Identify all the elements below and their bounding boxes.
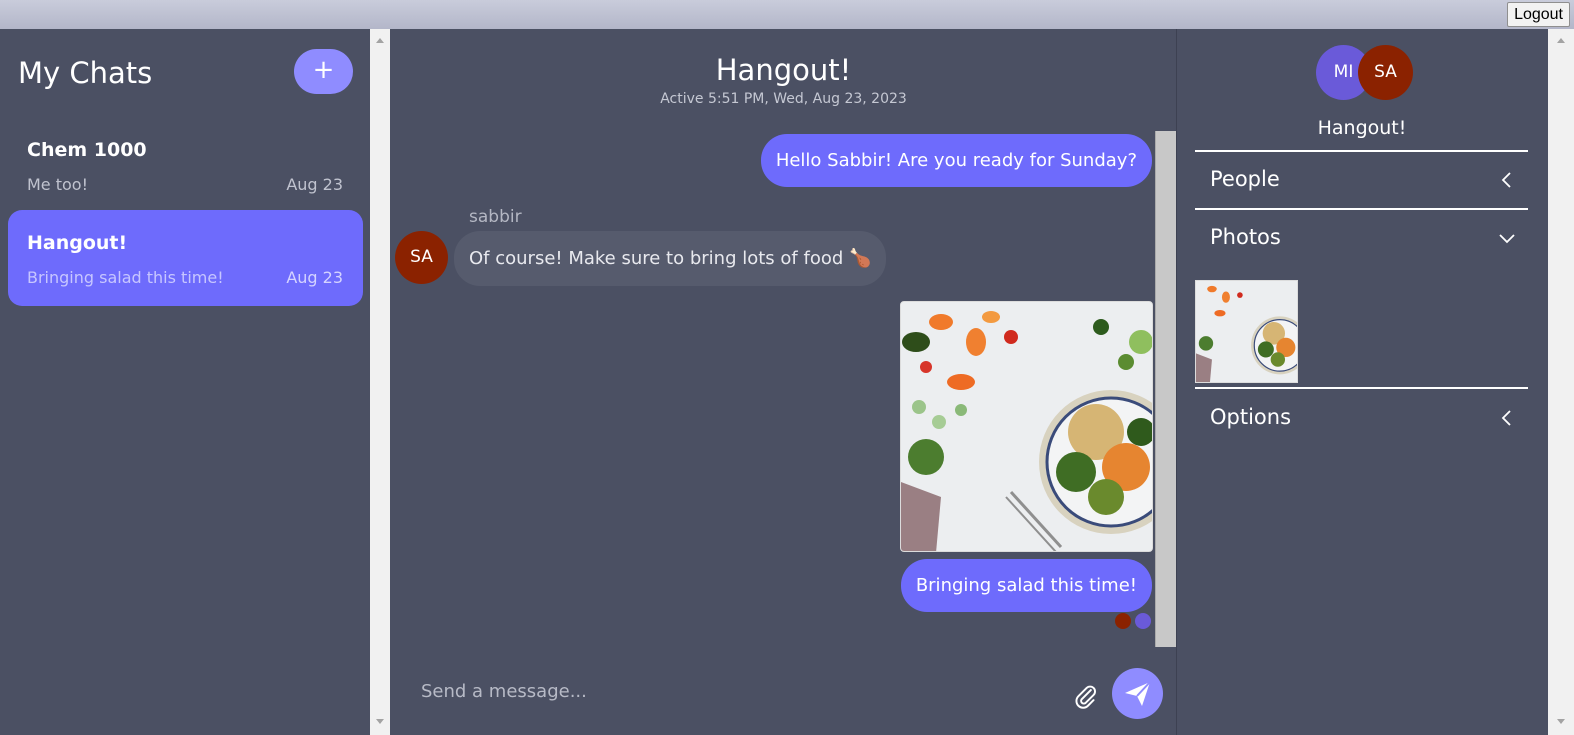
avatar[interactable]: SA — [395, 231, 448, 284]
message-sender-name: sabbir — [469, 207, 522, 227]
top-bar: Logout — [0, 0, 1574, 29]
avatar[interactable]: SA — [1358, 45, 1413, 100]
page-scrollbar[interactable] — [1548, 29, 1574, 735]
chat-list-item-hangout[interactable]: Hangout! Bringing salad this time! Aug 2… — [8, 210, 363, 306]
chevron-down-icon[interactable] — [1497, 228, 1517, 248]
message-bubble-outgoing: Hello Sabbir! Are you ready for Sunday? — [760, 134, 1152, 187]
divider — [1195, 387, 1528, 389]
salad-photo-icon — [1196, 281, 1297, 382]
chat-name: Chem 1000 — [27, 139, 147, 161]
section-photos-label[interactable]: Photos — [1210, 225, 1281, 249]
divider — [1195, 150, 1528, 152]
scroll-down-icon[interactable] — [1557, 719, 1565, 724]
salad-photo-icon — [901, 302, 1152, 551]
send-button[interactable] — [1112, 668, 1163, 719]
conversation-status: Active 5:51 PM, Wed, Aug 23, 2023 — [660, 91, 907, 107]
chat-date: Aug 23 — [286, 268, 343, 287]
chevron-left-icon[interactable] — [1497, 170, 1517, 190]
details-title: Hangout! — [1317, 117, 1407, 139]
chat-name: Hangout! — [27, 232, 128, 254]
read-receipt-avatar — [1115, 613, 1131, 629]
chat-preview: Me too! — [27, 175, 88, 194]
messages-scrollbar[interactable] — [1155, 131, 1176, 647]
message-image[interactable] — [900, 301, 1153, 552]
conversation-pane: Hangout! Active 5:51 PM, Wed, Aug 23, 20… — [391, 29, 1176, 735]
send-icon — [1125, 681, 1151, 706]
divider — [1195, 208, 1528, 210]
read-receipt-avatar — [1135, 613, 1151, 629]
photo-thumbnail[interactable] — [1195, 280, 1298, 383]
conversation-title: Hangout! — [715, 53, 852, 87]
logout-button[interactable]: Logout — [1507, 2, 1570, 27]
chat-list-item-chem-1000[interactable]: Chem 1000 Me too! Aug 23 — [8, 117, 363, 213]
message-input[interactable]: Send a message... — [421, 681, 587, 702]
scroll-up-icon[interactable] — [376, 38, 384, 43]
chat-list-scrollbar[interactable] — [370, 29, 390, 735]
chat-date: Aug 23 — [286, 175, 343, 194]
chat-list-pane: My Chats + Chem 1000 Me too! Aug 23 Hang… — [0, 29, 370, 735]
section-options-label[interactable]: Options — [1210, 405, 1291, 429]
message-bubble-outgoing: Bringing salad this time! — [900, 559, 1152, 612]
chat-list-title: My Chats — [18, 56, 153, 90]
paperclip-icon[interactable] — [1073, 683, 1099, 709]
scroll-down-icon[interactable] — [376, 719, 384, 724]
chat-preview: Bringing salad this time! — [27, 268, 224, 287]
message-bubble-incoming: Of course! Make sure to bring lots of fo… — [454, 231, 887, 286]
scroll-up-icon[interactable] — [1557, 38, 1565, 43]
new-chat-button[interactable]: + — [294, 49, 353, 94]
chevron-left-icon[interactable] — [1497, 408, 1517, 428]
section-people-label[interactable]: People — [1210, 167, 1280, 191]
chat-details-pane: MI SA Hangout! People Photos Options — [1176, 29, 1549, 735]
